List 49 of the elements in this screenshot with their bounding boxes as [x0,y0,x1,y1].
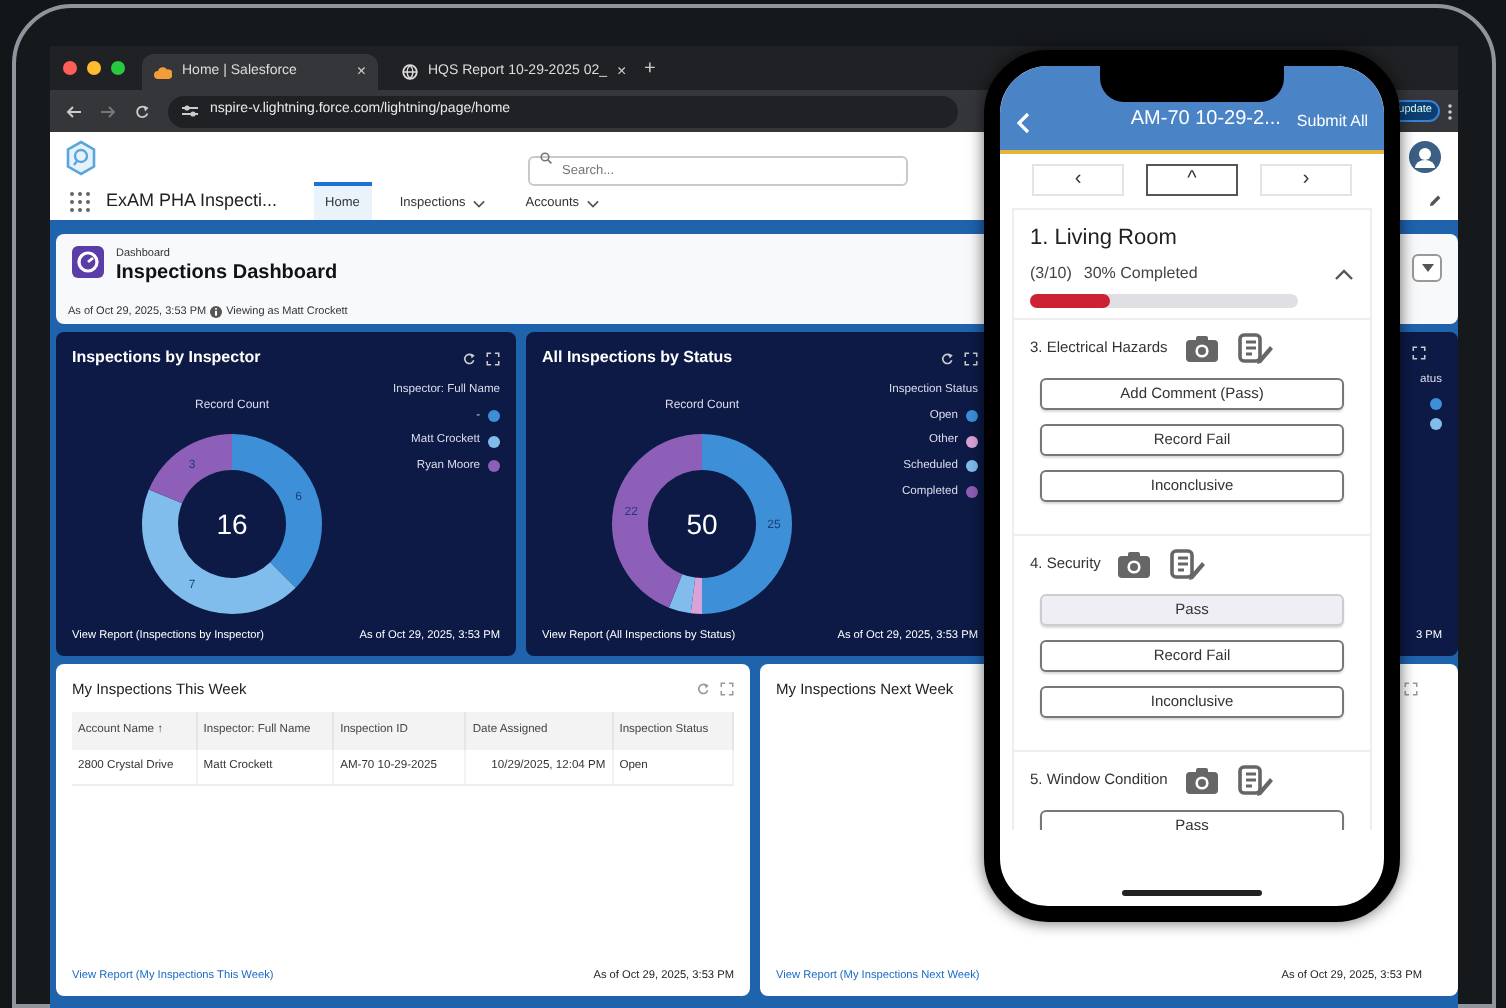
notepad-icon[interactable] [1235,331,1274,363]
site-settings-icon[interactable] [182,104,198,118]
chart-title: All Inspections by Status [542,346,733,370]
info-icon [210,306,223,319]
search-icon [540,152,552,164]
camera-icon[interactable] [1183,331,1220,363]
expand-icon[interactable] [1412,346,1426,360]
dashboard-icon [72,246,104,278]
dashboard-title: Inspections Dashboard [116,262,338,285]
new-tab-button[interactable]: + [638,53,662,83]
caret-down-icon [1421,264,1433,272]
camera-icon[interactable] [1116,547,1153,579]
pager-button[interactable]: › [1260,164,1352,196]
notepad-icon[interactable] [1168,547,1207,579]
cloud-icon [154,65,172,79]
window-controls-icon[interactable] [62,60,130,76]
record-title: AM-70 10-29-2... [1130,106,1281,134]
progress-count: (3/10) [1030,261,1072,285]
camera-icon[interactable] [1183,763,1220,795]
expand-icon[interactable] [964,351,978,365]
donut-slice[interactable] [142,489,296,614]
chevron-up-icon[interactable] [1334,267,1354,279]
refresh-icon[interactable] [462,351,476,365]
forward-icon[interactable] [100,103,116,119]
home-indicator [1122,890,1262,896]
app-launcher-icon[interactable] [70,191,90,211]
logo-icon [66,139,96,175]
chart-title: Inspections by Inspector [72,346,261,370]
total-value: 16 [216,508,248,540]
pencil-icon[interactable] [1428,194,1442,208]
total-value: 50 [686,508,718,540]
close-button[interactable]: × [356,60,366,84]
expand-icon[interactable] [486,351,500,365]
back-icon[interactable] [66,103,82,119]
progress-text: 30% Completed [1083,261,1198,285]
dropdown-button[interactable] [1412,254,1442,282]
donut-slice[interactable] [668,574,696,614]
avatar-icon[interactable] [1408,140,1442,174]
globe-icon [402,64,418,80]
notepad-icon[interactable] [1235,763,1274,795]
reload-icon[interactable] [134,103,150,119]
section-title: 1. Living Room [1030,224,1179,254]
donut-slice[interactable] [148,434,232,504]
submit-all-button[interactable]: Submit All [1296,110,1368,134]
close-button[interactable]: × [617,60,627,84]
pager-button[interactable]: ^ [1146,164,1238,196]
app-name: ExAM PHA Inspecti... [106,187,278,214]
refresh-icon[interactable] [940,351,954,365]
pager-button[interactable]: ‹ [1032,164,1124,196]
